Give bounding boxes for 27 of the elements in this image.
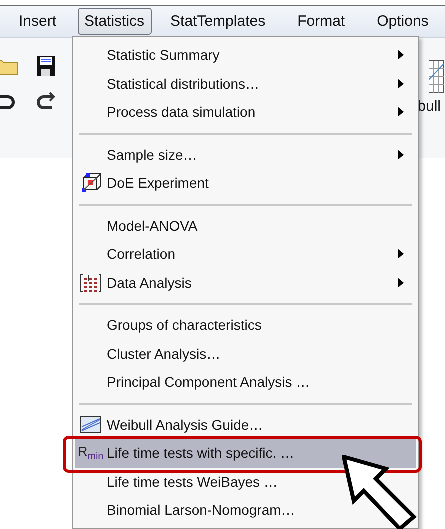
menu-bar-item[interactable]: Statistics: [78, 8, 152, 35]
menu-bar-item[interactable]: StatTemplates: [160, 8, 277, 35]
menu-item[interactable]: DoE Experiment: [75, 169, 416, 198]
menu-bar-item[interactable]: Options: [366, 8, 440, 35]
menu-item[interactable]: Correlation: [75, 240, 416, 268]
chart-icon: [80, 416, 102, 434]
menu-item[interactable]: Groups of characteristics: [75, 311, 416, 340]
redo-icon[interactable]: [36, 92, 56, 112]
menu-item[interactable]: Life time tests WeiBayes …: [75, 468, 416, 496]
menu-item[interactable]: Cluster Analysis…: [75, 340, 416, 368]
data-table-icon: [80, 272, 102, 293]
menu-item[interactable]: Principal Component Analysis …: [75, 368, 416, 396]
menu-bar-item[interactable]: Format: [286, 8, 356, 35]
menu-item[interactable]: Model-ANOVA: [75, 212, 416, 240]
menu-item[interactable]: Statistical distributions…: [75, 70, 416, 98]
menu-item[interactable]: Binomial Larson-Nomogram…: [75, 496, 416, 524]
menu-item[interactable]: Data Analysis: [75, 268, 416, 297]
menu-item[interactable]: Sample size…: [75, 140, 416, 169]
save-icon[interactable]: [36, 55, 56, 77]
menu-bar-item[interactable]: Insert: [8, 8, 68, 35]
chart-icon[interactable]: [429, 60, 445, 94]
menu-item[interactable]: Statistic Summary: [75, 41, 416, 70]
menu-item[interactable]: Weibull Analysis Guide…: [75, 410, 416, 439]
icon-label: R$_{min}$: [78, 444, 104, 463]
menu-item[interactable]: R$_{min}$ Life time tests with specific. …: [75, 439, 416, 468]
cube-icon: [80, 173, 102, 194]
menu-item[interactable]: Process data simulation: [75, 98, 416, 126]
